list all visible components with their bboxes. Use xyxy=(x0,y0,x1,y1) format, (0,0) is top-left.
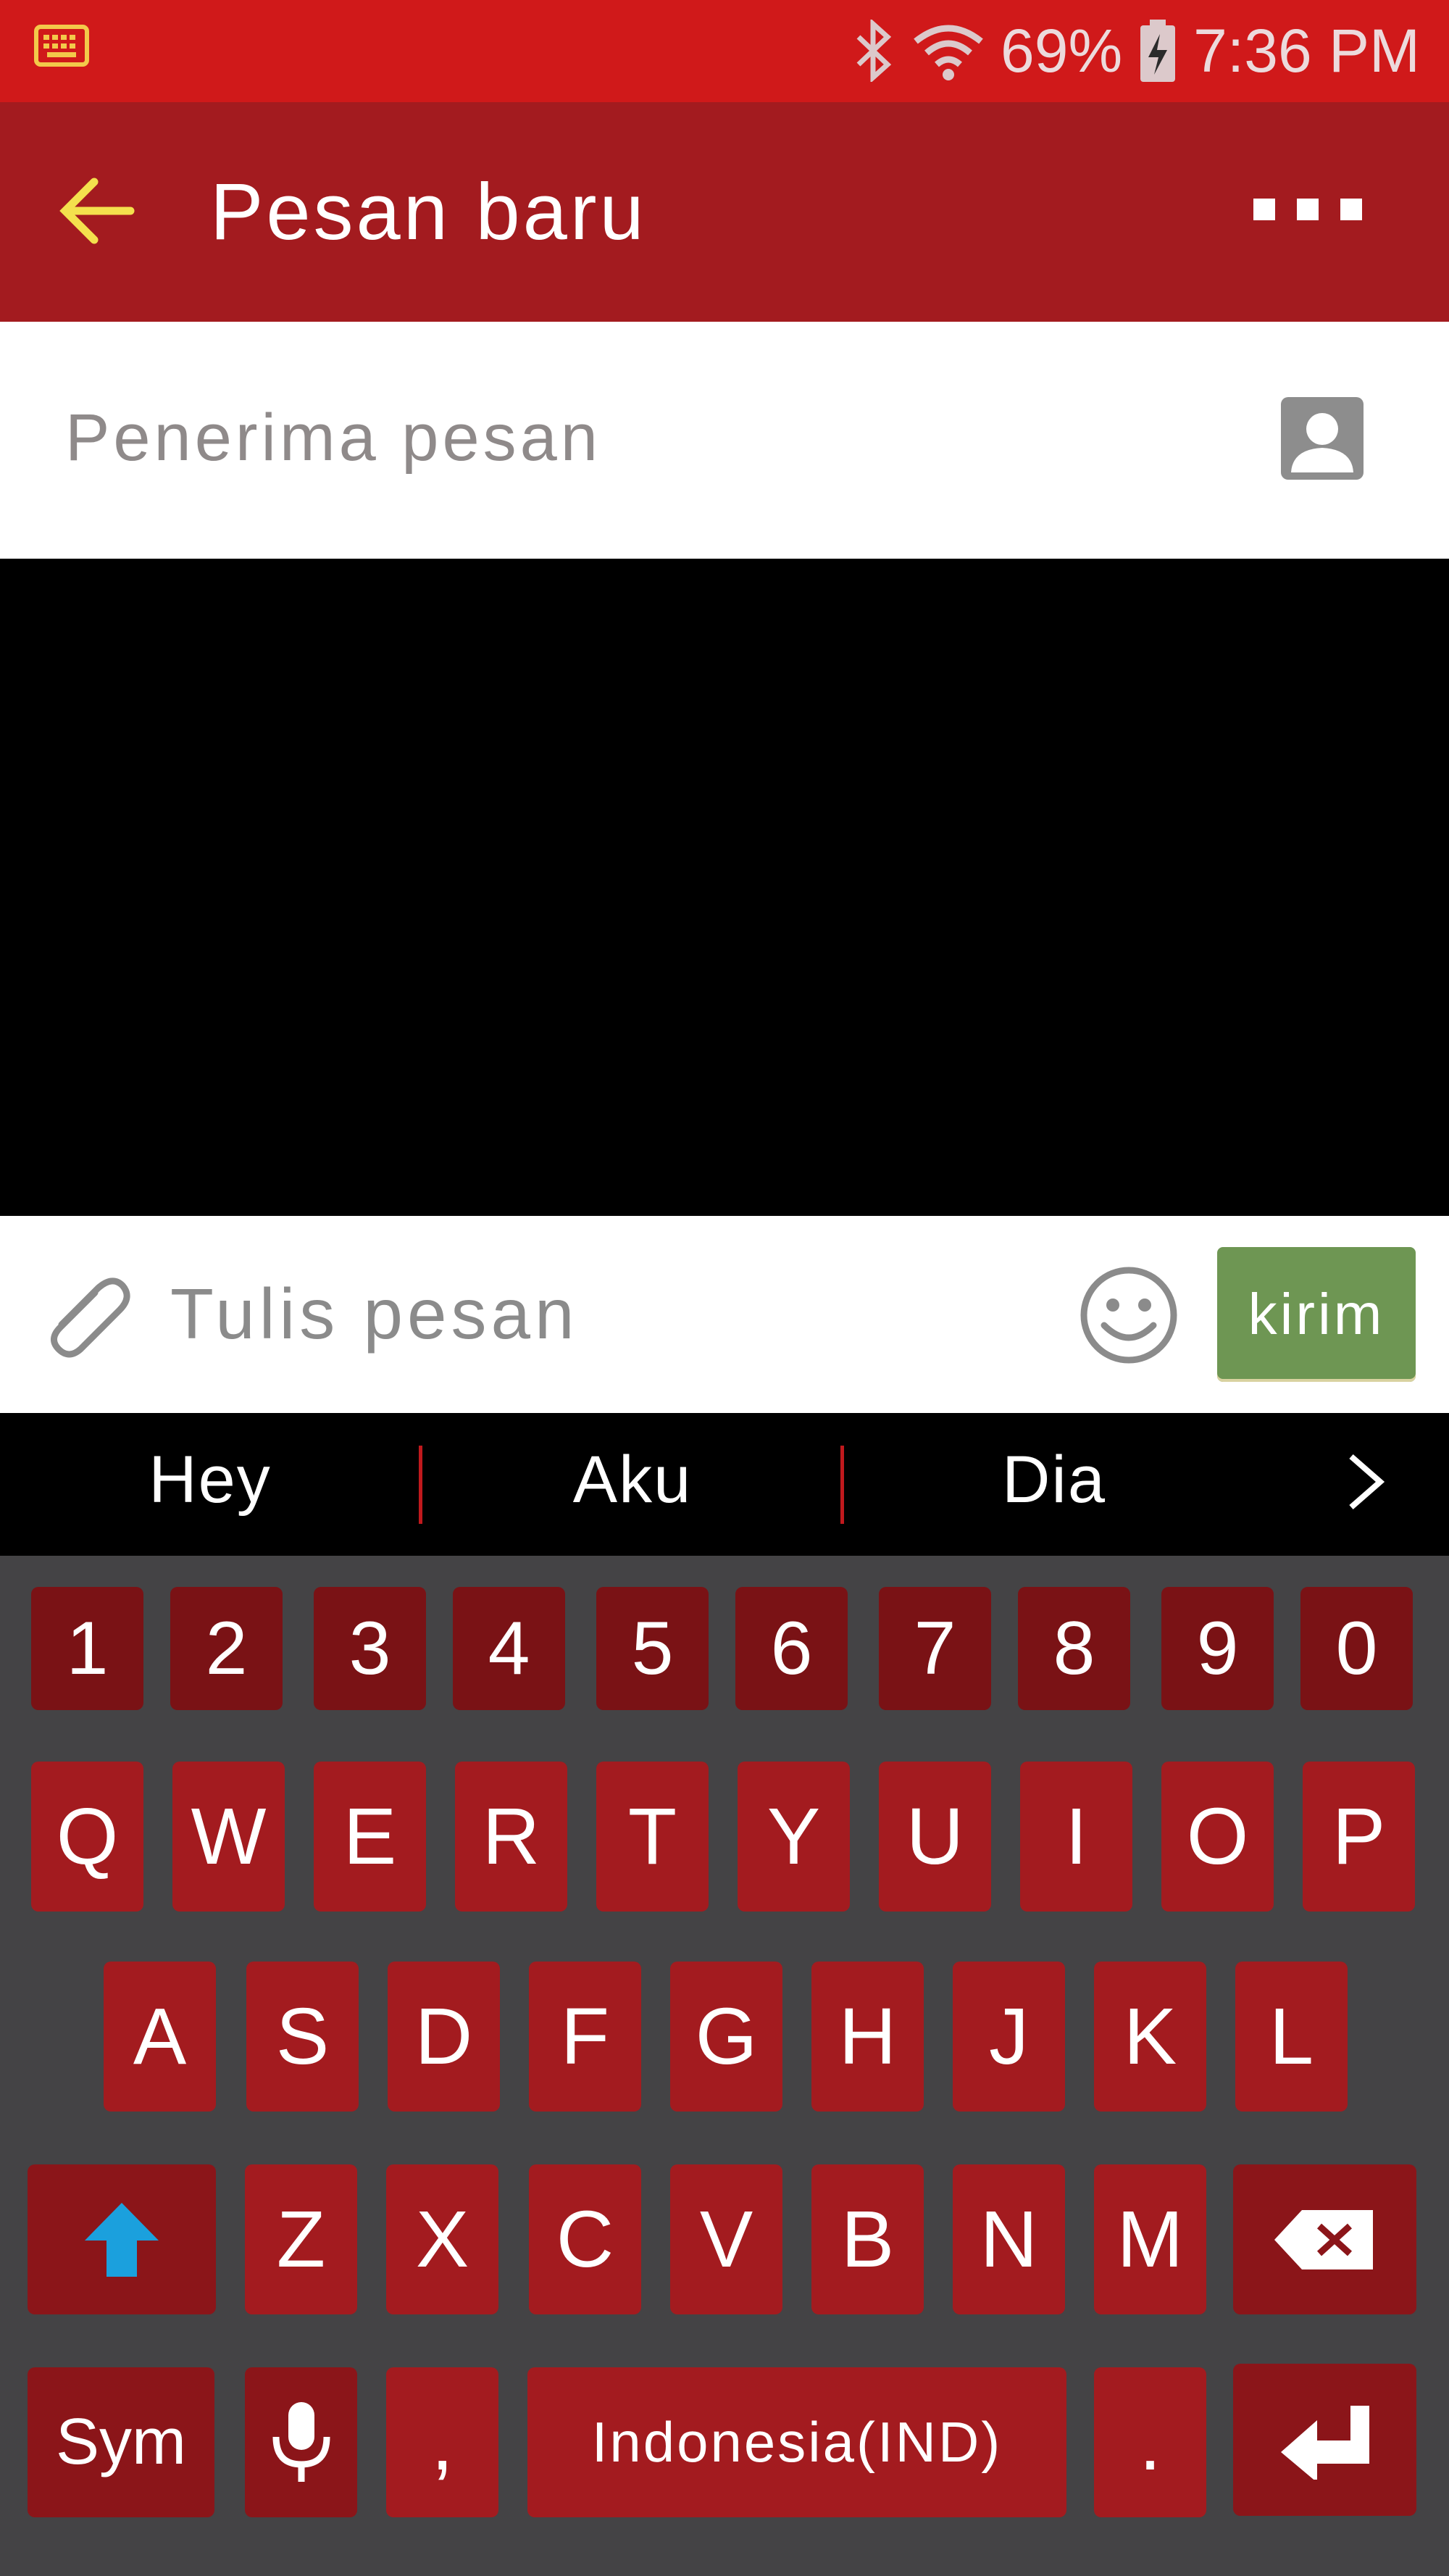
shift-arrow-icon xyxy=(85,2202,159,2277)
key-7[interactable]: 7 xyxy=(879,1587,991,1710)
battery-charging-icon xyxy=(1140,20,1176,82)
overflow-menu-icon[interactable] xyxy=(1253,188,1384,231)
clock: 7:36 PM xyxy=(1193,16,1420,85)
key-s[interactable]: S xyxy=(246,1962,359,2112)
key-b[interactable]: B xyxy=(811,2164,924,2314)
status-bar: 69% 7:36 PM xyxy=(0,0,1449,102)
shift-key[interactable] xyxy=(28,2164,216,2314)
key-a[interactable]: A xyxy=(104,1962,216,2112)
arrow-left-icon[interactable] xyxy=(58,175,138,247)
bluetooth-icon xyxy=(856,20,892,82)
microphone-icon xyxy=(272,2401,330,2482)
key-d[interactable]: D xyxy=(388,1962,500,2112)
mic-key[interactable] xyxy=(245,2367,357,2517)
wifi-icon xyxy=(914,25,983,80)
key-n[interactable]: N xyxy=(953,2164,1065,2314)
paperclip-icon[interactable] xyxy=(40,1267,134,1361)
suggestion-item[interactable]: Aku xyxy=(422,1442,843,1518)
key-h[interactable]: H xyxy=(811,1962,924,2112)
key-6[interactable]: 6 xyxy=(735,1587,848,1710)
menu-dot xyxy=(1253,199,1275,220)
menu-dot xyxy=(1297,199,1319,220)
keyboard: 1 2 3 4 5 6 7 8 9 0 Q W E R T Y U I O P … xyxy=(0,1556,1449,2576)
key-c[interactable]: C xyxy=(529,2164,641,2314)
menu-dot xyxy=(1340,199,1362,220)
key-u[interactable]: U xyxy=(879,1762,991,1912)
sym-key[interactable]: Sym xyxy=(28,2367,214,2517)
key-g[interactable]: G xyxy=(670,1962,782,2112)
suggestion-bar: Hey Aku Dia xyxy=(0,1413,1449,1556)
recipient-input[interactable] xyxy=(65,394,1224,481)
key-1[interactable]: 1 xyxy=(31,1587,143,1710)
key-3[interactable]: 3 xyxy=(314,1587,426,1710)
backspace-icon xyxy=(1274,2209,1373,2269)
backspace-key[interactable] xyxy=(1233,2164,1416,2314)
key-j[interactable]: J xyxy=(953,1962,1065,2112)
key-l[interactable]: L xyxy=(1235,1962,1348,2112)
key-2[interactable]: 2 xyxy=(170,1587,283,1710)
key-v[interactable]: V xyxy=(670,2164,782,2314)
enter-key[interactable] xyxy=(1233,2364,1416,2516)
key-y[interactable]: Y xyxy=(738,1762,850,1912)
suggestion-item[interactable]: Hey xyxy=(0,1442,420,1518)
key-4[interactable]: 4 xyxy=(453,1587,565,1710)
suggestion-item[interactable]: Dia xyxy=(844,1442,1264,1518)
compose-bar: kirim xyxy=(0,1216,1449,1413)
key-r[interactable]: R xyxy=(455,1762,567,1912)
contact-person-icon[interactable] xyxy=(1281,397,1364,480)
key-5[interactable]: 5 xyxy=(596,1587,709,1710)
key-8[interactable]: 8 xyxy=(1018,1587,1130,1710)
comma-key[interactable]: , xyxy=(386,2367,498,2517)
key-q[interactable]: Q xyxy=(31,1762,143,1912)
contact-glyph xyxy=(1291,413,1353,472)
chevron-right-icon[interactable] xyxy=(1340,1446,1391,1518)
key-9[interactable]: 9 xyxy=(1161,1587,1274,1710)
page-title: Pesan baru xyxy=(210,167,647,257)
key-0[interactable]: 0 xyxy=(1300,1587,1413,1710)
key-o[interactable]: O xyxy=(1161,1762,1274,1912)
battery-percent: 69% xyxy=(1001,16,1123,85)
key-z[interactable]: Z xyxy=(245,2164,357,2314)
key-m[interactable]: M xyxy=(1094,2164,1206,2314)
message-thread-area xyxy=(0,559,1449,1216)
key-p[interactable]: P xyxy=(1303,1762,1415,1912)
key-x[interactable]: X xyxy=(386,2164,498,2314)
key-w[interactable]: W xyxy=(172,1762,285,1912)
space-bar[interactable]: Indonesia(IND) xyxy=(527,2367,1066,2517)
app-bar: Pesan baru xyxy=(0,102,1449,322)
key-f[interactable]: F xyxy=(529,1962,641,2112)
key-k[interactable]: K xyxy=(1094,1962,1206,2112)
send-button[interactable]: kirim xyxy=(1217,1247,1416,1382)
key-t[interactable]: T xyxy=(596,1762,709,1912)
recipient-row xyxy=(0,322,1449,559)
key-i[interactable]: I xyxy=(1020,1762,1132,1912)
enter-icon xyxy=(1280,2406,1369,2480)
key-e[interactable]: E xyxy=(314,1762,426,1912)
message-input[interactable] xyxy=(170,1267,1040,1361)
status-indicators: 69% 7:36 PM xyxy=(853,14,1420,87)
period-key[interactable]: . xyxy=(1094,2367,1206,2517)
keyboard-icon xyxy=(34,25,89,67)
smiley-icon[interactable] xyxy=(1078,1264,1179,1366)
